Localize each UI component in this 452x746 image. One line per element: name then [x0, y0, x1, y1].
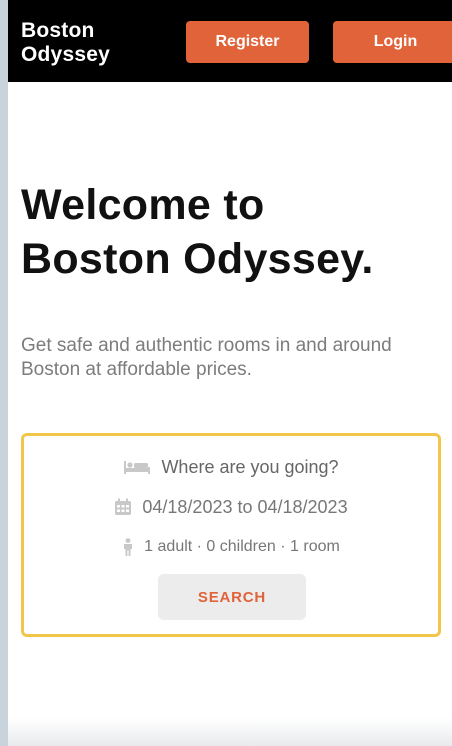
- guests-field[interactable]: 1 adult · 0 children · 1 room: [24, 534, 438, 560]
- date-range-value: 04/18/2023 to 04/18/2023: [142, 496, 348, 517]
- hero-title-line-1: Welcome to: [21, 181, 265, 229]
- bed-icon: [123, 459, 151, 475]
- brand-line-1: Boston: [21, 19, 95, 42]
- person-icon: [122, 538, 134, 556]
- hero-subtitle-line-1: Get safe and authentic rooms in and arou…: [21, 335, 392, 356]
- register-button[interactable]: Register: [186, 21, 309, 63]
- login-button[interactable]: Login: [333, 21, 452, 63]
- brand-line-2: Odyssey: [21, 43, 110, 66]
- app-frame: Boston Odyssey Register Login Welcome to…: [8, 0, 452, 746]
- bottom-edge-shadow: [8, 718, 452, 746]
- search-card: Where are you going? 04/18/2023 to 04/18…: [21, 433, 441, 637]
- date-range-field[interactable]: 04/18/2023 to 04/18/2023: [24, 494, 438, 520]
- brand-logo[interactable]: Boston Odyssey: [21, 19, 110, 67]
- hero-subtitle: Get safe and authentic rooms in and arou…: [21, 334, 452, 382]
- search-button[interactable]: SEARCH: [158, 574, 306, 620]
- destination-field[interactable]: Where are you going?: [24, 454, 438, 480]
- hero-title-line-2: Boston Odyssey.: [21, 235, 374, 283]
- guests-value: 1 adult · 0 children · 1 room: [144, 538, 340, 555]
- hero-subtitle-line-2: Boston at affordable prices.: [21, 359, 252, 380]
- top-navbar: Boston Odyssey Register Login: [8, 0, 452, 82]
- destination-placeholder: Where are you going?: [161, 456, 339, 477]
- calendar-icon: [114, 498, 132, 516]
- hero-title: Welcome to Boston Odyssey.: [21, 178, 446, 286]
